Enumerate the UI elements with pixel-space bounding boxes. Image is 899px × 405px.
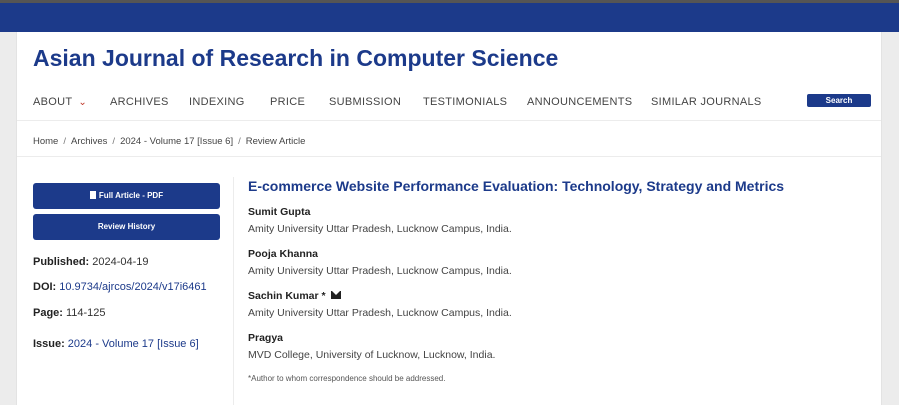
author-name: Sumit Gupta bbox=[248, 206, 311, 218]
issue-label: Issue: bbox=[33, 338, 65, 350]
nav-item-archives[interactable]: ARCHIVES bbox=[110, 96, 169, 108]
breadcrumb-issue[interactable]: 2024 - Volume 17 [Issue 6] bbox=[120, 136, 233, 147]
doi-label: DOI: bbox=[33, 281, 57, 293]
nav-item-label: ABOUT bbox=[33, 96, 73, 108]
top-banner-bar bbox=[0, 3, 899, 32]
full-article-pdf-button[interactable]: Full Article - PDF bbox=[33, 183, 220, 209]
envelope-icon[interactable] bbox=[330, 291, 341, 299]
page-value: 114-125 bbox=[65, 307, 106, 319]
breadcrumb-separator: / bbox=[112, 136, 116, 147]
article-title: E-commerce Website Performance Evaluatio… bbox=[248, 178, 785, 194]
nav-divider bbox=[17, 120, 881, 121]
nav-item-announcements[interactable]: ANNOUNCEMENTS bbox=[527, 96, 632, 108]
nav-item-testimonials[interactable]: TESTIMONIALS bbox=[423, 96, 507, 108]
author-name: Pragya bbox=[248, 332, 284, 344]
breadcrumb-separator: / bbox=[63, 136, 66, 147]
page-range: Page: 114-125 bbox=[33, 307, 106, 319]
author-name: Sachin Kumar * bbox=[248, 290, 326, 302]
doi-link[interactable]: 10.9734/ajrcos/2024/v17i6461 bbox=[59, 281, 206, 293]
published-label: Published: bbox=[33, 256, 90, 268]
nav-item-price[interactable]: PRICE bbox=[270, 96, 305, 108]
breadcrumb-archives[interactable]: Archives bbox=[71, 136, 107, 147]
page-label: Page: bbox=[33, 307, 63, 319]
published-value: 2024-04-19 bbox=[92, 256, 149, 268]
full-article-label: Full Article - PDF bbox=[98, 191, 164, 200]
nav-item-similar-journals[interactable]: SIMILAR JOURNALS bbox=[651, 96, 762, 108]
chevron-down-icon: ⌄ bbox=[78, 97, 88, 108]
breadcrumb-home[interactable]: Home bbox=[33, 136, 58, 147]
search-button[interactable]: Search bbox=[807, 94, 871, 107]
review-history-button[interactable]: Review History bbox=[33, 214, 220, 240]
author-name-corresponding: Sachin Kumar * bbox=[248, 290, 341, 302]
column-divider bbox=[233, 177, 234, 405]
published-date: Published: 2024-04-19 bbox=[33, 256, 149, 268]
nav-item-submission[interactable]: SUBMISSION bbox=[329, 96, 401, 108]
author-affiliation: MVD College, University of Lucknow, Luck… bbox=[248, 349, 496, 361]
nav-item-about[interactable]: ABOUT ⌄ bbox=[33, 96, 87, 108]
nav-item-indexing[interactable]: INDEXING bbox=[189, 96, 245, 108]
author-affiliation: Amity University Uttar Pradesh, Lucknow … bbox=[248, 307, 512, 319]
journal-title[interactable]: Asian Journal of Research in Computer Sc… bbox=[33, 45, 558, 72]
breadcrumb-divider bbox=[17, 156, 881, 157]
main-nav: ABOUT ⌄ ARCHIVES INDEXING PRICE SUBMISSIO… bbox=[33, 96, 873, 112]
author-affiliation: Amity University Uttar Pradesh, Lucknow … bbox=[248, 265, 512, 277]
author-affiliation: Amity University Uttar Pradesh, Lucknow … bbox=[248, 223, 512, 235]
issue: Issue: 2024 - Volume 17 [Issue 6] bbox=[33, 338, 199, 350]
breadcrumb-current: Review Article bbox=[245, 136, 306, 147]
page-container: Asian Journal of Research in Computer Sc… bbox=[16, 32, 882, 405]
correspondence-note: *Author to whom correspondence should be… bbox=[248, 374, 446, 383]
breadcrumb-separator: / bbox=[238, 136, 241, 147]
pdf-icon bbox=[89, 191, 96, 199]
issue-link[interactable]: 2024 - Volume 17 [Issue 6] bbox=[68, 338, 199, 350]
author-name: Pooja Khanna bbox=[248, 248, 319, 260]
breadcrumb: Home / Archives / 2024 - Volume 17 [Issue 6]… bbox=[33, 136, 305, 147]
doi: DOI: 10.9734/ajrcos/2024/v17i6461 bbox=[33, 281, 207, 293]
